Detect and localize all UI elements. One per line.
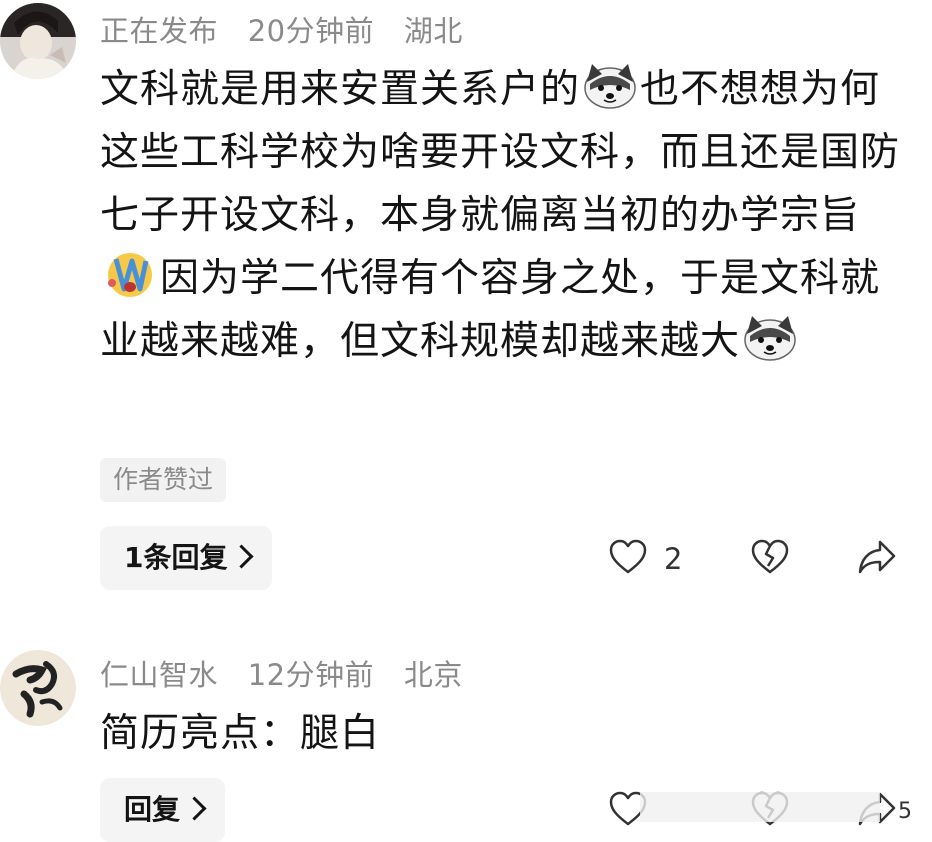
doge-emoji [742,312,798,362]
comment-item: 正在发布 20分钟前 湖北 文科就是用来安置关系户的 也不想想为何这些工科学校为… [0,0,932,620]
dislike-button[interactable] [750,538,790,580]
reply-button[interactable]: 回复 [100,778,226,842]
comment-text: 简历亮点：腿白 [100,711,381,756]
location: 湖北 [403,14,463,48]
view-replies-button[interactable]: 1条回复 [100,526,273,590]
like-count: 5 [898,798,912,824]
replies-label: 1条回复 [124,541,228,574]
crying-emoji [102,249,158,299]
heart-outline-icon [608,538,648,580]
avatar[interactable] [0,3,76,79]
watermark-overlay [640,792,880,822]
broken-heart-icon [750,538,790,580]
chevron-right-icon [182,796,207,821]
like-button[interactable]: 2 [608,538,682,580]
location: 北京 [403,658,463,692]
like-count: 2 [664,542,683,576]
share-button[interactable] [856,538,898,580]
doge-emoji [582,60,638,110]
comment-meta: 正在发布 20分钟前 湖北 [100,8,483,50]
chevron-right-icon [229,544,255,569]
share-arrow-icon [856,538,898,580]
username[interactable]: 仁山智水 [100,658,218,692]
comment-item: 仁山智水 12分钟前 北京 简历亮点：腿白 回复 5 [0,640,932,842]
timestamp: 12分钟前 [247,658,375,692]
username[interactable]: 正在发布 [100,14,218,48]
comment-text-part: 文科就是用来安置关系户的 [100,67,581,112]
comment-meta: 仁山智水 12分钟前 北京 [100,652,483,694]
avatar[interactable] [0,650,76,726]
timestamp: 20分钟前 [247,14,375,48]
reply-label: 回复 [124,793,181,826]
comment-text: 文科就是用来安置关系户的 也不想想为何这些工科学校为啥要开设文科，而且还是国防七… [100,58,900,373]
author-liked-badge: 作者赞过 [100,458,227,502]
